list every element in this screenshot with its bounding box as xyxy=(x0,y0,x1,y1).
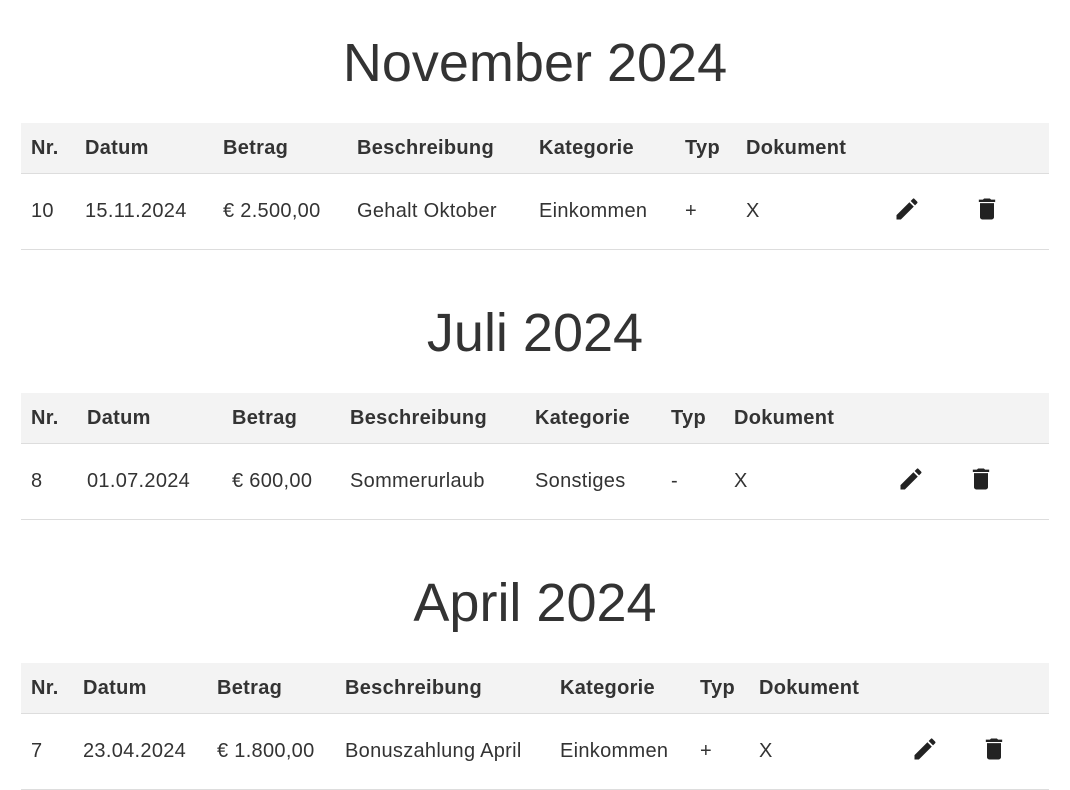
pencil-icon xyxy=(896,197,918,219)
table-header-row: Nr. Datum Betrag Beschreibung Kategorie … xyxy=(21,393,1049,444)
cell-beschreibung: Sommerurlaub xyxy=(340,443,525,520)
transactions-table: Nr. Datum Betrag Beschreibung Kategorie … xyxy=(21,393,1049,520)
cell-typ: - xyxy=(661,443,724,520)
cell-beschreibung: Bonuszahlung April xyxy=(335,713,550,790)
cell-betrag: € 2.500,00 xyxy=(213,173,347,250)
delete-button[interactable] xyxy=(980,735,1008,763)
column-header-betrag: Betrag xyxy=(222,393,340,444)
column-header-kategorie: Kategorie xyxy=(525,393,661,444)
column-header-nr: Nr. xyxy=(21,123,75,174)
table-header-row: Nr. Datum Betrag Beschreibung Kategorie … xyxy=(21,123,1049,174)
cell-typ: + xyxy=(675,173,736,250)
table-row: 7 23.04.2024 € 1.800,00 Bonuszahlung Apr… xyxy=(21,713,1049,790)
table-row: 8 01.07.2024 € 600,00 Sommerurlaub Sonst… xyxy=(21,443,1049,520)
cell-kategorie: Einkommen xyxy=(529,173,675,250)
cell-datum: 23.04.2024 xyxy=(73,713,207,790)
edit-button[interactable] xyxy=(911,735,939,763)
column-header-betrag: Betrag xyxy=(207,663,335,714)
column-header-datum: Datum xyxy=(75,123,213,174)
column-header-beschreibung: Beschreibung xyxy=(347,123,529,174)
cell-kategorie: Einkommen xyxy=(550,713,690,790)
cell-datum: 01.07.2024 xyxy=(77,443,222,520)
month-heading: Juli 2024 xyxy=(426,303,644,363)
column-header-nr: Nr. xyxy=(21,393,77,444)
column-header-typ: Typ xyxy=(675,123,736,174)
cell-kategorie: Sonstiges xyxy=(525,443,661,520)
cell-delete xyxy=(957,443,1049,520)
cell-edit xyxy=(901,713,970,790)
delete-button[interactable] xyxy=(967,465,995,493)
cell-nr: 10 xyxy=(21,173,75,250)
cell-edit xyxy=(883,173,963,250)
column-header-typ: Typ xyxy=(661,393,724,444)
column-header-delete xyxy=(957,393,1049,444)
pencil-icon xyxy=(900,467,922,489)
cell-beschreibung: Gehalt Oktober xyxy=(347,173,529,250)
cell-datum: 15.11.2024 xyxy=(75,173,213,250)
table-header-row: Nr. Datum Betrag Beschreibung Kategorie … xyxy=(21,663,1049,714)
cell-dokument[interactable]: X xyxy=(736,173,883,250)
column-header-edit xyxy=(883,123,963,174)
cell-betrag: € 600,00 xyxy=(222,443,340,520)
column-header-dokument: Dokument xyxy=(736,123,883,174)
cell-typ: + xyxy=(690,713,749,790)
column-header-kategorie: Kategorie xyxy=(529,123,675,174)
cell-nr: 8 xyxy=(21,443,77,520)
cell-dokument[interactable]: X xyxy=(724,443,887,520)
pencil-icon xyxy=(914,737,936,759)
column-header-delete xyxy=(963,123,1049,174)
transactions-table: Nr. Datum Betrag Beschreibung Kategorie … xyxy=(21,663,1049,790)
cell-edit xyxy=(887,443,957,520)
trash-icon xyxy=(985,738,1003,759)
month-heading: November 2024 xyxy=(342,33,728,93)
cell-dokument[interactable]: X xyxy=(749,713,901,790)
cell-nr: 7 xyxy=(21,713,73,790)
edit-button[interactable] xyxy=(897,465,925,493)
column-header-beschreibung: Beschreibung xyxy=(335,663,550,714)
column-header-dokument: Dokument xyxy=(724,393,887,444)
trash-icon xyxy=(978,198,996,219)
column-header-kategorie: Kategorie xyxy=(550,663,690,714)
column-header-datum: Datum xyxy=(77,393,222,444)
column-header-typ: Typ xyxy=(690,663,749,714)
column-header-edit xyxy=(887,393,957,444)
column-header-betrag: Betrag xyxy=(213,123,347,174)
cell-delete xyxy=(970,713,1049,790)
column-header-edit xyxy=(901,663,970,714)
table-row: 10 15.11.2024 € 2.500,00 Gehalt Oktober … xyxy=(21,173,1049,250)
column-header-datum: Datum xyxy=(73,663,207,714)
cell-delete xyxy=(963,173,1049,250)
trash-icon xyxy=(972,468,990,489)
month-heading: April 2024 xyxy=(413,573,657,633)
column-header-dokument: Dokument xyxy=(749,663,901,714)
edit-button[interactable] xyxy=(893,195,921,223)
delete-button[interactable] xyxy=(973,195,1001,223)
column-header-delete xyxy=(970,663,1049,714)
cell-betrag: € 1.800,00 xyxy=(207,713,335,790)
column-header-beschreibung: Beschreibung xyxy=(340,393,525,444)
transactions-table: Nr. Datum Betrag Beschreibung Kategorie … xyxy=(21,123,1049,250)
column-header-nr: Nr. xyxy=(21,663,73,714)
